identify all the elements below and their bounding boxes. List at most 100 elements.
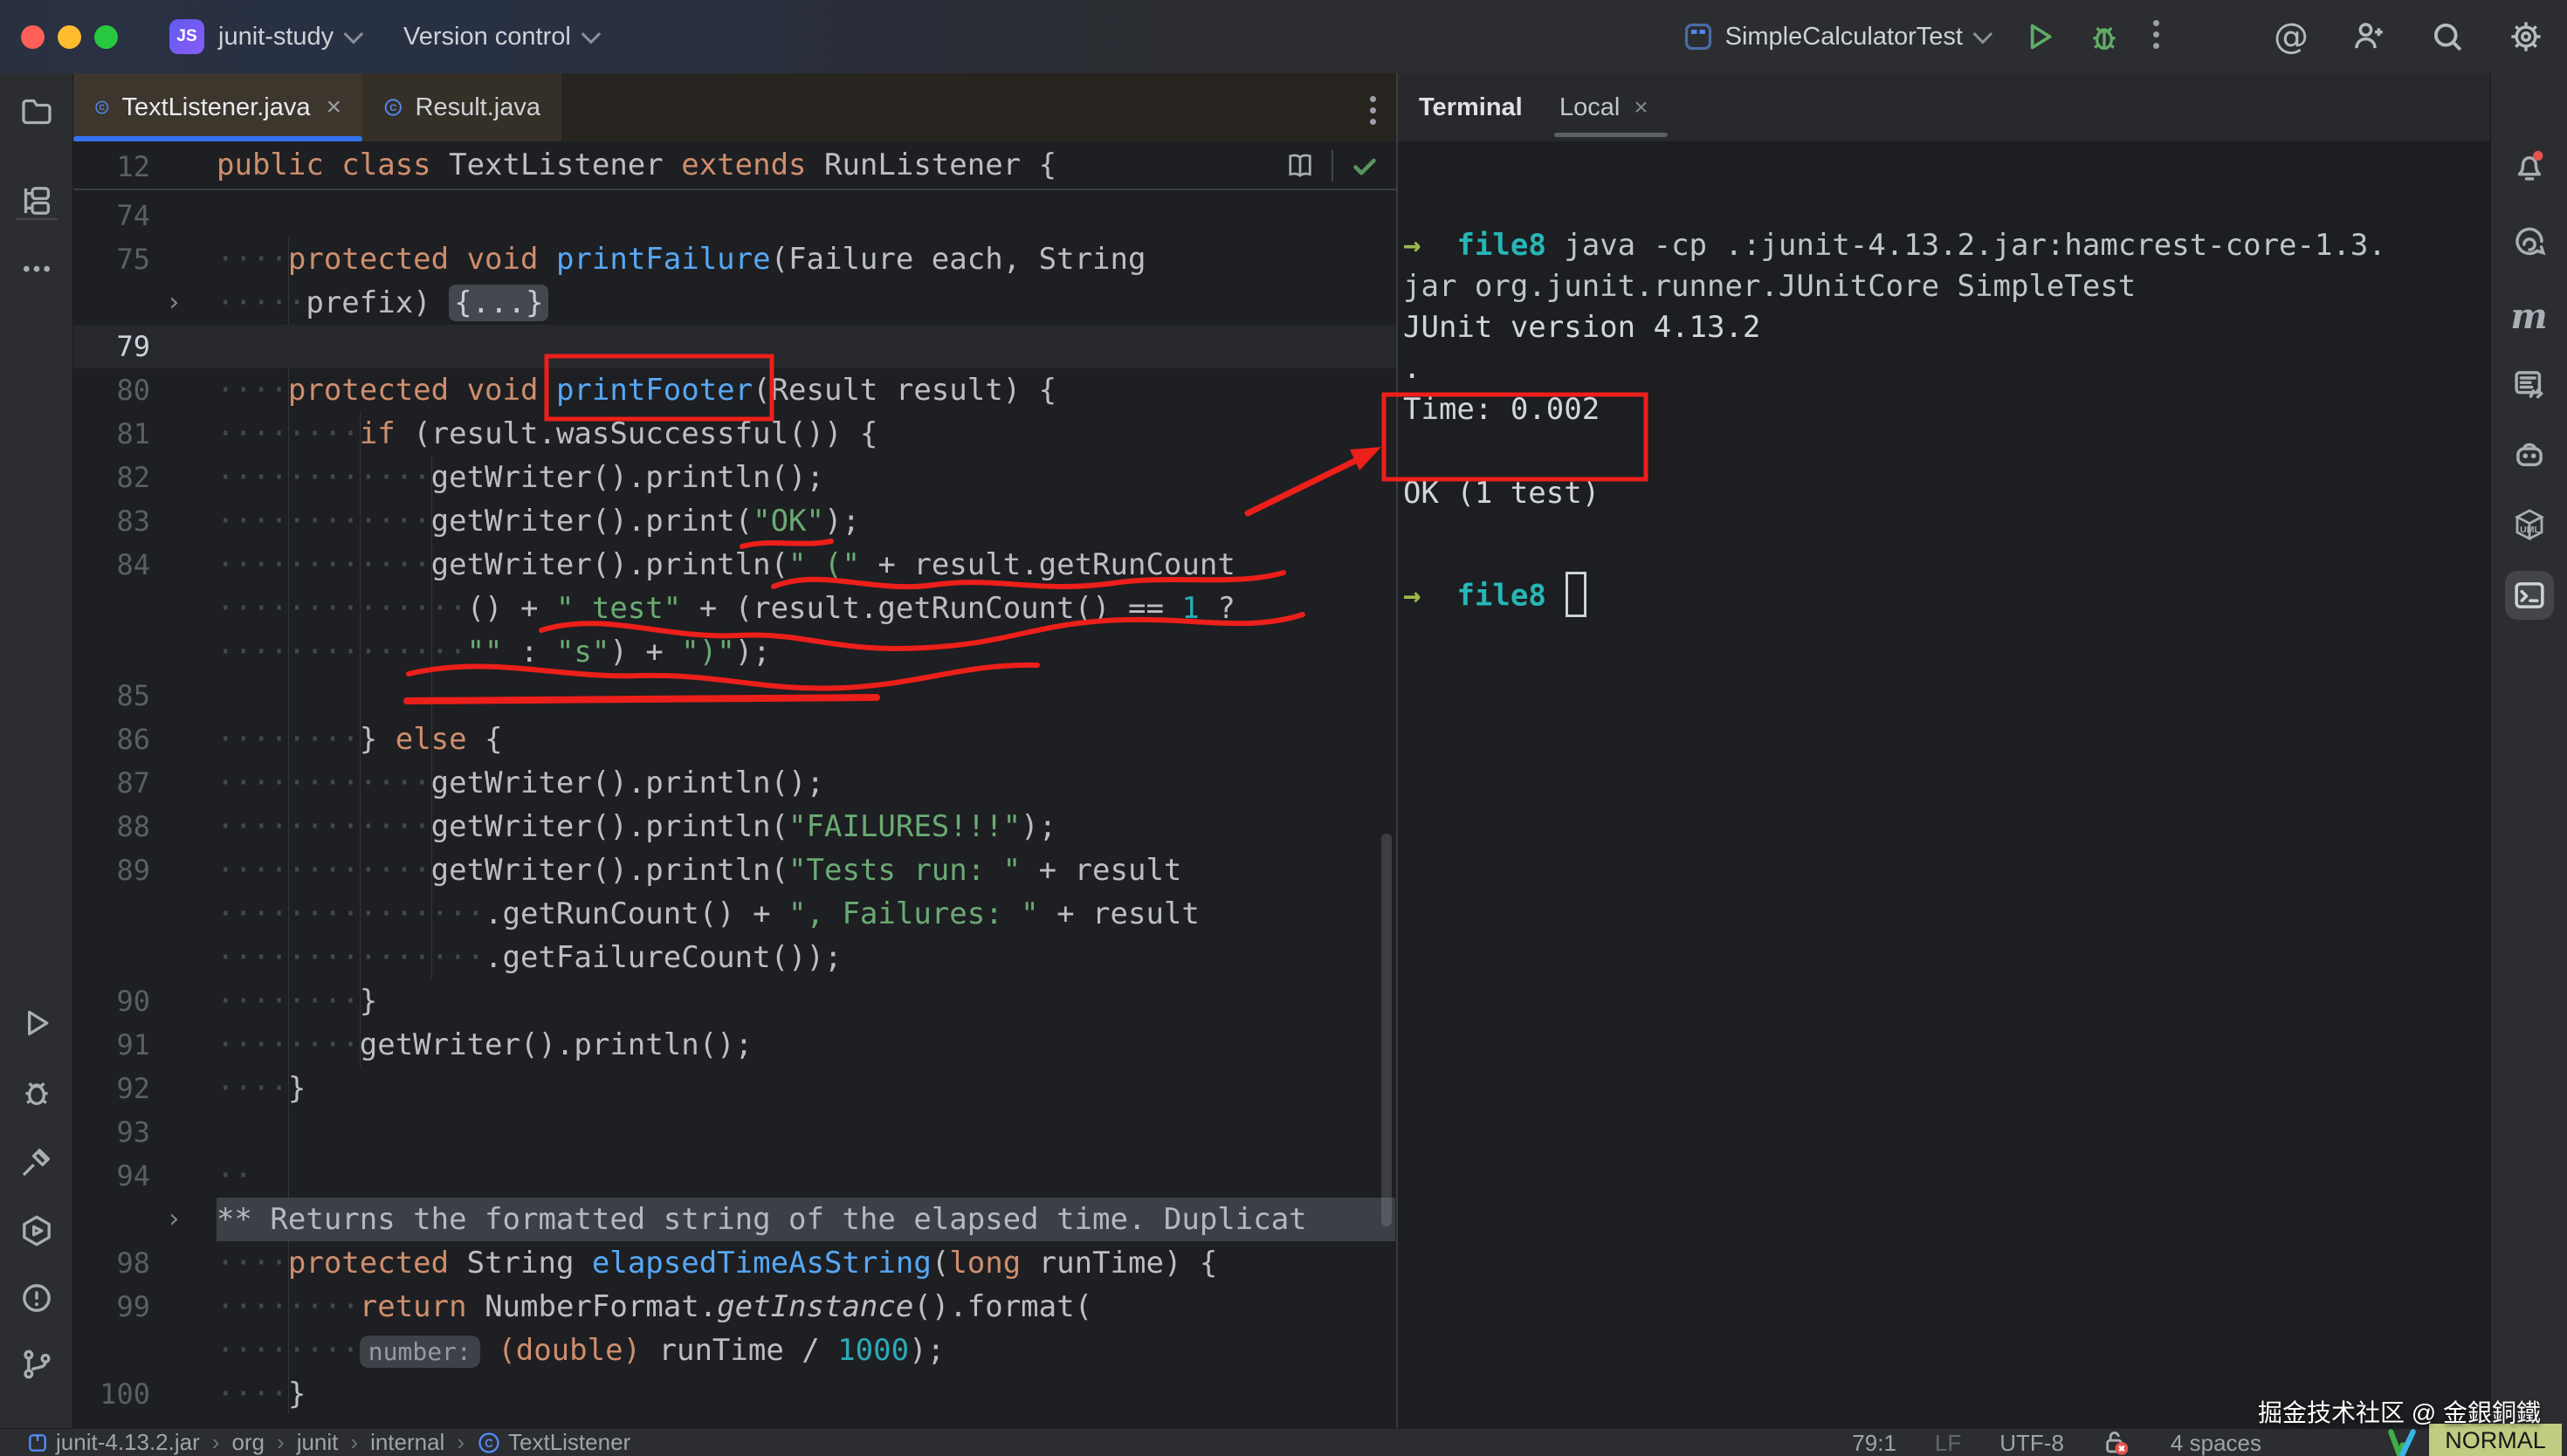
- vcs-menu[interactable]: Version control: [403, 0, 595, 73]
- code-text: ····protected void printFooter(Result re…: [217, 368, 1056, 412]
- reader-mode-icon[interactable]: [1284, 150, 1316, 182]
- fold-toggle-icon[interactable]: ›: [166, 1198, 197, 1241]
- file-encoding[interactable]: UTF-8: [1999, 1430, 2064, 1456]
- debug-tool-icon[interactable]: [12, 1068, 61, 1116]
- code-token: getWriter().println();: [360, 1027, 753, 1062]
- settings-button[interactable]: [2508, 18, 2544, 55]
- services-tool-icon[interactable]: [12, 1206, 61, 1255]
- terminal-text: JUnit version 4.13.2: [1403, 310, 1760, 345]
- no-problems-check-icon[interactable]: [1349, 150, 1380, 182]
- more-actions-button[interactable]: [2153, 20, 2160, 54]
- breadcrumb-item[interactable]: junit: [297, 1429, 339, 1456]
- breadcrumb-item[interactable]: internal: [370, 1429, 444, 1456]
- problems-tool-icon[interactable]: [12, 1274, 61, 1322]
- whitespace-dots: ········: [217, 1289, 360, 1324]
- breadcrumb-label: junit-4.13.2.jar: [56, 1429, 200, 1456]
- macos-close-button[interactable]: [21, 25, 45, 49]
- ai-assistant-icon[interactable]: @: [2274, 17, 2309, 57]
- run-config-icon: [1682, 20, 1715, 53]
- code-token: (Failure each, String: [771, 242, 1146, 277]
- build-tool-icon[interactable]: [12, 1137, 61, 1186]
- terminal-line: JUnit version 4.13.2: [1403, 307, 1760, 348]
- code-token: elapsedTimeAsString: [592, 1246, 932, 1281]
- ide-window: JS junit-study Version control SimpleCal…: [0, 0, 2567, 1456]
- terminal-text: jar org.junit.runner.JUnitCore SimpleTes…: [1403, 269, 2136, 304]
- macos-zoom-button[interactable]: [94, 25, 118, 49]
- ai-chat-icon[interactable]: [2505, 220, 2554, 269]
- code-line: 94··: [73, 1154, 1395, 1198]
- code-token: if: [360, 416, 413, 451]
- line-number: 86: [73, 718, 150, 761]
- code-text: ····}: [217, 1372, 306, 1416]
- code-text: ···············.getRunCount() + ", Failu…: [217, 892, 1200, 936]
- code-token: 1: [1181, 591, 1199, 626]
- code-text: ·····prefix) {...}: [217, 281, 548, 325]
- more-tools-icon[interactable]: [12, 244, 61, 293]
- structure-tool-icon[interactable]: [12, 176, 61, 225]
- terminal-text: →: [1403, 579, 1421, 614]
- search-everywhere-button[interactable]: [2429, 18, 2466, 55]
- debug-button[interactable]: [2087, 19, 2122, 54]
- whitespace-dots: ········: [217, 1027, 360, 1062]
- tab-label: Result.java: [416, 93, 540, 122]
- code-text: ········if (result.wasSuccessful()) {: [217, 412, 877, 456]
- code-token: }: [288, 1377, 306, 1411]
- code-token: String: [467, 1246, 592, 1281]
- close-icon[interactable]: ×: [1634, 93, 1648, 121]
- run-button[interactable]: [2022, 19, 2057, 54]
- code-line: › ·····prefix) {...}: [73, 281, 1395, 325]
- close-icon[interactable]: ×: [326, 94, 341, 120]
- tab-result[interactable]: C Result.java: [362, 73, 561, 141]
- code-token: .getRunCount() +: [485, 896, 788, 931]
- terminal-panel[interactable]: Terminal Local × → file8 java -cp .:juni…: [1398, 73, 2490, 1428]
- breadcrumb-item[interactable]: CTextListener: [477, 1429, 630, 1456]
- editor-options-button[interactable]: [1370, 96, 1377, 130]
- code-token: ** Returns the formatted string of the e…: [217, 1202, 1307, 1237]
- code-text: ··············() + " test" + (result.get…: [217, 587, 1235, 630]
- whitespace-dots: ····: [217, 1071, 288, 1106]
- code-line: 89············getWriter().println("Tests…: [73, 848, 1395, 892]
- run-configuration-selector[interactable]: SimpleCalculatorTest: [1682, 20, 1987, 53]
- code-area[interactable]: 7475····protected void printFailure(Fail…: [73, 190, 1398, 1428]
- line-number: 98: [73, 1241, 150, 1285]
- svg-text:C: C: [485, 1436, 493, 1449]
- run-tool-icon[interactable]: [12, 999, 61, 1047]
- code-token: getWriter().print(: [431, 504, 753, 539]
- code-token: ) +: [609, 635, 681, 670]
- code-token: (result.wasSuccessful()) {: [413, 416, 877, 451]
- caret-position[interactable]: 79:1: [1852, 1430, 1896, 1456]
- whitespace-dots: ········: [217, 984, 360, 1019]
- line-number: [73, 936, 150, 979]
- line-number: [73, 587, 150, 630]
- robot-plugin-icon[interactable]: [2505, 430, 2554, 479]
- line-number: [73, 630, 150, 674]
- code-text: ············getWriter().print("OK");: [217, 499, 860, 543]
- macos-minimize-button[interactable]: [58, 25, 81, 49]
- code-token: getWriter().println(: [431, 547, 788, 582]
- tab-textlistener[interactable]: C TextListener.java ×: [73, 73, 362, 141]
- code-text: ····protected void printFailure(Failure …: [217, 237, 1146, 281]
- uml-icon[interactable]: UML: [2505, 500, 2554, 549]
- project-menu[interactable]: junit-study: [218, 0, 358, 73]
- editor-scrollbar[interactable]: [1381, 834, 1392, 1226]
- code-token: }: [360, 984, 377, 1019]
- code-line: 86········} else {: [73, 718, 1395, 761]
- ideavim-icon[interactable]: [2385, 1426, 2419, 1456]
- code-line: ········number: (double) runTime / 1000)…: [73, 1329, 1395, 1372]
- terminal-tab-local[interactable]: Local ×: [1559, 73, 1648, 141]
- code-token: getWriter().println();: [431, 766, 824, 800]
- project-tool-icon[interactable]: [12, 87, 61, 136]
- version-control-tool-icon[interactable]: [12, 1340, 61, 1389]
- code-token: (Result result) {: [753, 373, 1056, 408]
- breadcrumb-item[interactable]: junit-4.13.2.jar: [26, 1429, 200, 1456]
- line-number: 87: [73, 761, 150, 805]
- readonly-lock-icon[interactable]: [2102, 1428, 2132, 1456]
- notifications-icon[interactable]: [2505, 141, 2554, 190]
- indent-setting[interactable]: 4 spaces: [2171, 1430, 2261, 1456]
- documentation-icon[interactable]: [2505, 360, 2554, 409]
- terminal-tool-icon[interactable]: [2505, 571, 2554, 620]
- fold-toggle-icon[interactable]: ›: [166, 281, 197, 325]
- line-separator[interactable]: LF: [1935, 1430, 1961, 1456]
- code-with-me-button[interactable]: [2350, 18, 2387, 55]
- breadcrumb-item[interactable]: org: [231, 1429, 265, 1456]
